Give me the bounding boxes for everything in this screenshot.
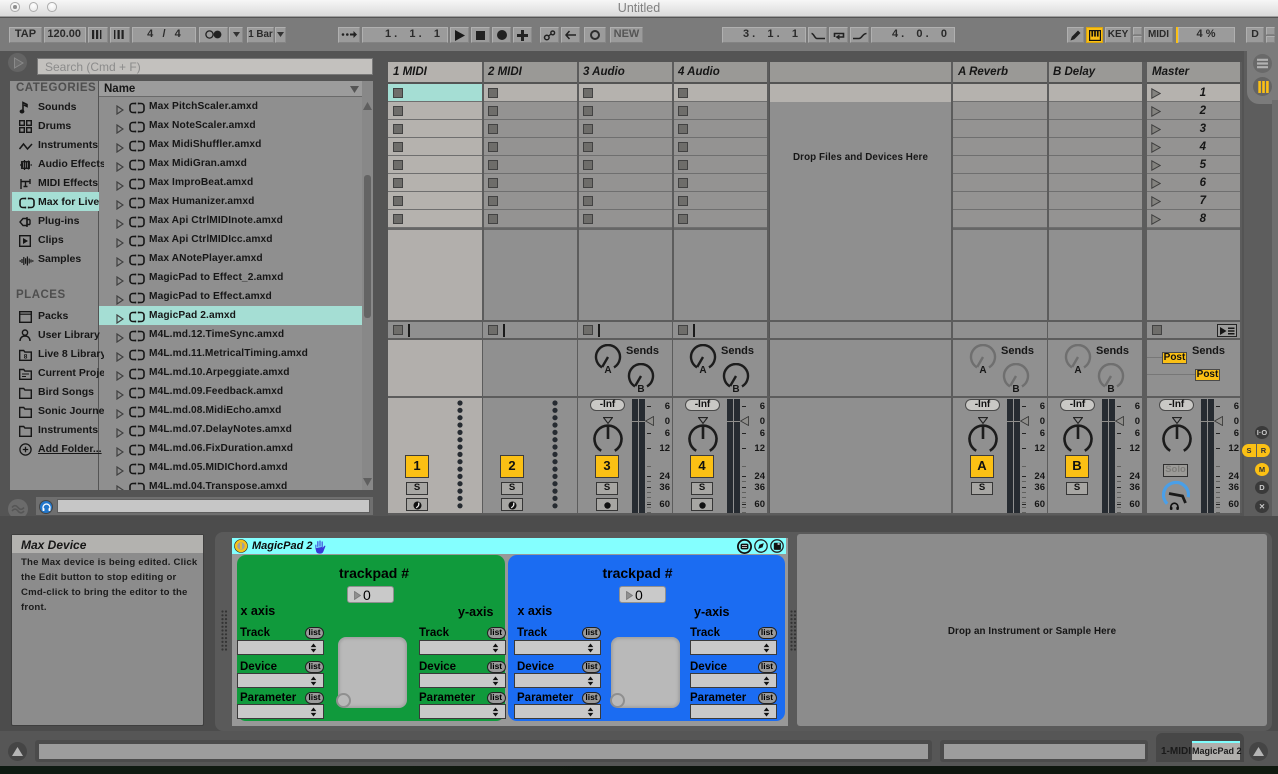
svg-text:A: A bbox=[979, 365, 986, 374]
svg-text:B: B bbox=[1107, 384, 1114, 393]
svg-text:B: B bbox=[1012, 384, 1019, 393]
svg-text:A: A bbox=[699, 365, 706, 374]
svg-text:B: B bbox=[732, 384, 739, 393]
svg-text:A: A bbox=[604, 365, 611, 374]
svg-text:A: A bbox=[1074, 365, 1081, 374]
svg-text:8: 8 bbox=[24, 354, 28, 361]
svg-text:B: B bbox=[637, 384, 644, 393]
